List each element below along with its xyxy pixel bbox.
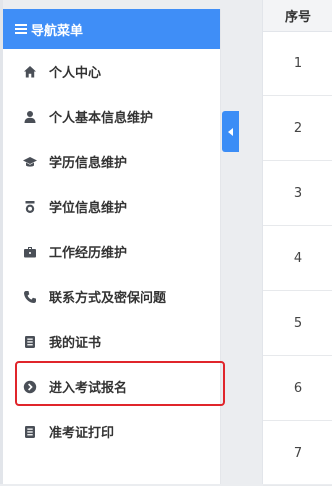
user-icon: [23, 110, 37, 124]
graduation-cap-icon: [23, 155, 37, 169]
row-index: 6: [293, 380, 303, 396]
sidebar-item-label: 工作经历维护: [49, 246, 128, 261]
table-row: 2: [263, 96, 332, 161]
row-index: 7: [293, 445, 303, 461]
sidebar-item-label: 学历信息维护: [49, 156, 128, 171]
sidebar-item-label: 个人中心: [49, 66, 102, 81]
sidebar-item-personal-center[interactable]: 个人中心: [3, 49, 220, 94]
sidebar-item-label: 个人基本信息维护: [49, 111, 154, 126]
certificate-book-icon: [23, 335, 37, 349]
sidebar-item-work-experience[interactable]: 工作经历维护: [3, 229, 220, 274]
sidebar-item-education[interactable]: 学历信息维护: [3, 139, 220, 184]
sidebar-collapse-button[interactable]: [222, 111, 239, 152]
sidebar: 导航菜单 个人中心 个人基本信息维护 学历信息维护 学位信息维护 工作经历维护 …: [3, 9, 221, 484]
row-index: 2: [293, 120, 303, 136]
table-row: 5: [263, 291, 332, 356]
table-row: 6: [263, 356, 332, 421]
sidebar-title: 导航菜单: [31, 23, 84, 39]
row-index: 5: [293, 315, 303, 331]
sidebar-item-label: 联系方式及密保问题: [49, 291, 167, 306]
sidebar-item-label: 准考证打印: [49, 426, 115, 441]
sidebar-item-degree[interactable]: 学位信息维护: [3, 184, 220, 229]
table-header-index: 序号: [263, 0, 332, 32]
sidebar-item-basic-info[interactable]: 个人基本信息维护: [3, 94, 220, 139]
row-index: 4: [293, 250, 303, 266]
highlight-annotation: [15, 361, 225, 406]
caret-left-icon: [228, 127, 233, 136]
table-row: 1: [263, 32, 332, 96]
sidebar-item-admission-ticket[interactable]: 准考证打印: [3, 409, 220, 454]
sidebar-header[interactable]: 导航菜单: [3, 9, 220, 49]
medal-icon: [23, 200, 37, 214]
menu-icon: [15, 24, 27, 34]
home-icon: [23, 65, 37, 79]
row-index: 3: [293, 185, 303, 201]
briefcase-icon: [23, 245, 37, 259]
sidebar-item-label: 学位信息维护: [49, 201, 128, 216]
sidebar-item-contact-security[interactable]: 联系方式及密保问题: [3, 274, 220, 319]
table-row: 7: [263, 421, 332, 486]
table-row: 3: [263, 161, 332, 226]
ticket-book-icon: [23, 425, 37, 439]
sidebar-item-my-certificates[interactable]: 我的证书: [3, 319, 220, 364]
table-row: 4: [263, 226, 332, 291]
phone-icon: [23, 290, 37, 304]
row-index: 1: [293, 56, 303, 71]
data-table: 序号 1 2 3 4 5 6 7: [262, 0, 332, 486]
sidebar-item-label: 我的证书: [49, 336, 102, 351]
